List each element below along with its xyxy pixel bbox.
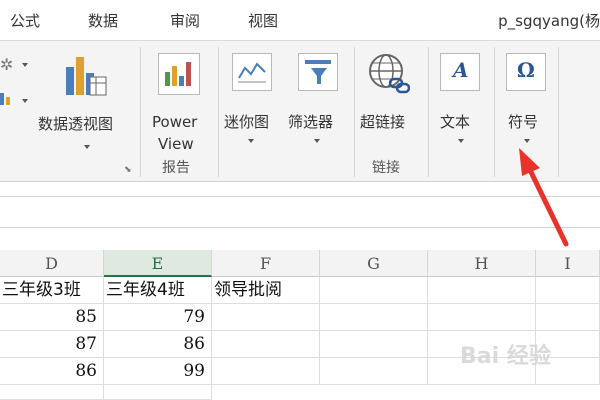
column-header-e[interactable]: E [104,250,212,277]
dialog-launcher-icon[interactable]: ⬊ [124,165,132,175]
cell-g2[interactable] [320,304,428,331]
cell-d3[interactable]: 87 [0,331,104,358]
watermark: Bai 经验 [460,344,551,369]
tab-data[interactable]: 数据 [88,10,118,31]
cell-f1[interactable]: 领导批阅 [212,277,320,304]
sparkline-button[interactable]: 迷你图 [222,51,282,161]
cell-g3[interactable] [320,331,428,358]
cell-h2[interactable] [428,304,536,331]
cell-i1[interactable] [536,277,600,304]
column-header-g[interactable]: G [320,250,428,277]
group-separator [428,47,429,177]
symbol-icon-glyph: Ω [517,58,535,82]
links-group-label: 链接 [372,160,400,176]
tab-formulas[interactable]: 公式 [10,10,40,31]
tab-view[interactable]: 视图 [248,10,278,31]
text-icon: A [440,53,480,91]
power-view-button[interactable]: Power View [150,51,210,161]
sparkline-icon [232,53,272,91]
chevron-down-icon [524,139,530,143]
text-label: 文本 [440,113,471,131]
chevron-down-icon [314,139,320,143]
cell-g1[interactable] [320,277,428,304]
cell-f3[interactable] [212,331,320,358]
power-view-icon [158,53,200,95]
ribbon: ✲ 数据透视图 ⬊ Power View 报告 迷你图 筛选器 超链接 链接 A… [0,40,600,182]
hyperlink-button[interactable]: 超链接 [358,51,422,161]
ribbon-tab-bar: 公式 数据 审阅 视图 p_sgqyang(杨 [0,0,600,40]
bar-chart-icon-b [6,97,10,105]
cell-i2[interactable] [536,304,600,331]
scatter-chart-icon: ✲ [0,55,14,74]
slicer-icon [298,53,338,91]
cell-g4[interactable] [320,358,428,385]
column-header-h[interactable]: H [428,250,536,277]
power-view-label-2: View [158,135,194,153]
hyperlink-label: 超链接 [360,113,406,131]
bar-chart-icon [0,93,4,105]
cell-e5[interactable] [104,385,212,400]
symbol-button[interactable]: Ω 符号 [498,51,554,161]
pivotchart-icon [66,57,107,96]
chevron-down-icon [84,145,90,149]
cell-e1[interactable]: 三年级4班 [104,277,212,304]
window-title: p_sgqyang(杨 [498,12,600,30]
sparkline-label: 迷你图 [224,113,270,131]
chevron-down-icon [22,99,28,103]
cell-e2[interactable]: 79 [104,304,212,331]
group-separator [558,47,559,177]
tab-review[interactable]: 审阅 [170,10,200,31]
cell-d5[interactable] [0,385,104,400]
group-separator [140,47,141,177]
globe-link-icon [369,54,410,94]
power-view-label-1: Power [152,113,198,131]
text-icon-glyph: A [453,58,469,82]
filter-label: 筛选器 [288,113,334,131]
chevron-down-icon [458,139,464,143]
cell-d2[interactable]: 85 [0,304,104,331]
pivotchart-button[interactable]: 数据透视图 [38,51,134,171]
cell-e3[interactable]: 86 [104,331,212,358]
reports-group-label: 报告 [162,160,190,176]
filter-button[interactable]: 筛选器 [286,51,350,161]
group-separator [494,47,495,177]
cell-d4[interactable]: 86 [0,358,104,385]
column-header-f[interactable]: F [212,250,320,277]
formula-bar[interactable] [0,196,600,228]
chevron-down-icon [248,139,254,143]
column-header-i[interactable]: I [536,250,600,277]
cell-f2[interactable] [212,304,320,331]
cell-e4[interactable]: 99 [104,358,212,385]
cell-f4[interactable] [212,358,320,385]
cell-d1[interactable]: 三年级3班 [0,277,104,304]
group-separator [218,47,219,177]
omega-icon: Ω [506,53,546,91]
cell-h1[interactable] [428,277,536,304]
chart-type-button[interactable]: ✲ [0,53,30,75]
text-button[interactable]: A 文本 [434,51,490,161]
chevron-down-icon [22,63,28,67]
pivotchart-label: 数据透视图 [38,115,114,133]
group-separator [354,47,355,177]
chart-type-button-2[interactable] [0,89,30,111]
symbol-label: 符号 [508,113,539,131]
column-header-d[interactable]: D [0,250,104,277]
